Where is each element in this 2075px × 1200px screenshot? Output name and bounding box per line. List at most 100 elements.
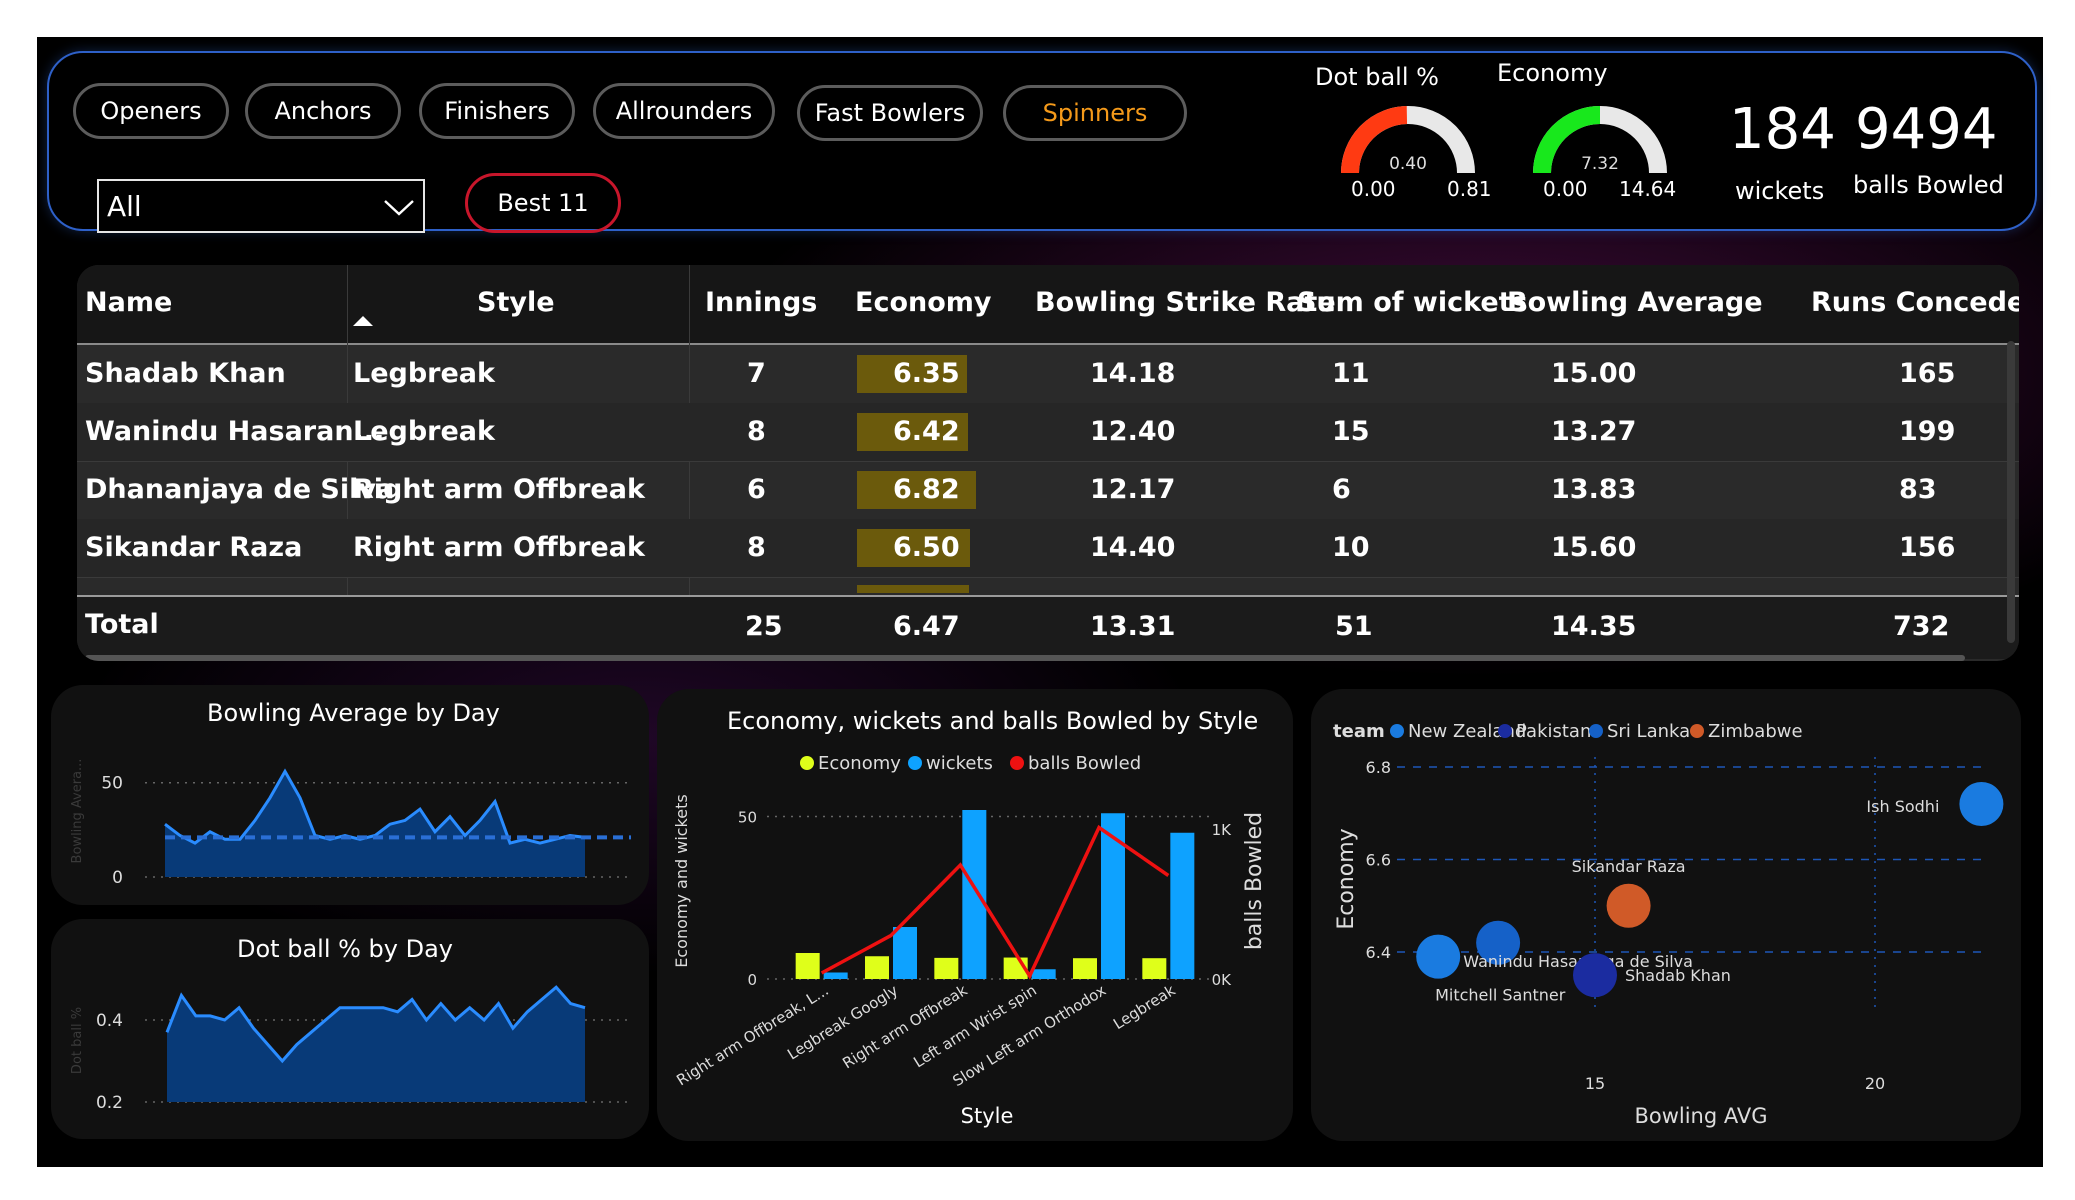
table-row[interactable]: Dhananjaya de Silva Right arm Offbreak 6 6.… bbox=[77, 461, 2019, 520]
total-innings: 25 bbox=[745, 611, 783, 642]
balls-kpi-value: 9494 bbox=[1855, 97, 1998, 162]
legend-label: Sri Lanka bbox=[1607, 721, 1690, 742]
dashboard-canvas: Openers Anchors Finishers Allrounders Fa… bbox=[37, 37, 2043, 1167]
table-header: Name Style Innings Economy Bowling Strik… bbox=[77, 265, 2019, 345]
cell-bowling-average: 13.27 bbox=[1551, 416, 1637, 447]
legend-label: Zimbabwe bbox=[1708, 721, 1803, 742]
y-tick-label: 6.6 bbox=[1366, 851, 1391, 870]
style-combo-panel: Economy, wickets and balls Bowled by Sty… bbox=[657, 689, 1293, 1141]
cell-wickets: 10 bbox=[1332, 532, 1370, 563]
filter-button-finishers[interactable]: Finishers bbox=[419, 83, 575, 139]
best-11-label: Best 11 bbox=[497, 189, 589, 217]
cell-bowling-average: 15.60 bbox=[1551, 532, 1637, 563]
cell-innings: 7 bbox=[747, 358, 766, 389]
gauge-value: 7.32 bbox=[1581, 154, 1619, 174]
legend-marker bbox=[1690, 724, 1704, 738]
cell-runs: 199 bbox=[1899, 416, 1956, 447]
total-runs: 732 bbox=[1893, 611, 1950, 642]
y-tick-label: 50 bbox=[101, 774, 123, 794]
col-style[interactable]: Style bbox=[477, 287, 555, 318]
col-name[interactable]: Name bbox=[85, 287, 172, 318]
table-row[interactable]: Wanindu Hasaran... Legbreak 8 6.42 12.40 15 13… bbox=[77, 403, 2019, 462]
cell-name: Sikandar Raza bbox=[85, 532, 303, 563]
y-tick-label: 6.4 bbox=[1366, 943, 1391, 962]
x-axis-label: Bowling AVG bbox=[1634, 1104, 1767, 1128]
total-economy: 6.47 bbox=[893, 611, 960, 642]
wickets-kpi-label: wickets bbox=[1735, 177, 1825, 205]
cell-economy: 6.42 bbox=[893, 416, 960, 447]
legend-label: Pakistan bbox=[1516, 721, 1591, 742]
legend-marker bbox=[1010, 756, 1024, 770]
economy-gauge-max: 14.64 bbox=[1619, 177, 1677, 201]
cell-strike-rate: 14.18 bbox=[1090, 358, 1176, 389]
y-axis-label: Bowling Avera... bbox=[70, 759, 85, 864]
filter-label: Finishers bbox=[444, 97, 550, 125]
col-innings[interactable]: Innings bbox=[705, 287, 817, 318]
point-label: Mitchell Santner bbox=[1435, 986, 1566, 1005]
gauge-value: 0.40 bbox=[1389, 154, 1427, 174]
point-label: Sikandar Raza bbox=[1572, 857, 1686, 876]
filter-button-spinners[interactable]: Spinners bbox=[1003, 85, 1187, 141]
sort-ascending-icon[interactable] bbox=[353, 315, 373, 327]
x-tick-label: Legbreak bbox=[1110, 981, 1179, 1033]
filter-label: Allrounders bbox=[615, 97, 753, 125]
legend-marker bbox=[1589, 724, 1603, 738]
scatter-chart: team New ZealandPakistan Sri Lanka Zimbabwe… bbox=[1333, 721, 2004, 1128]
cell-style: Right arm Offbreak bbox=[353, 532, 645, 563]
cell-style: Right arm Offbreak bbox=[353, 474, 645, 505]
wickets-bar bbox=[1170, 832, 1195, 979]
wickets-bar bbox=[962, 810, 987, 979]
scatter-point[interactable] bbox=[1573, 953, 1617, 998]
economy-gauge: 7.32 bbox=[1533, 106, 1667, 174]
table-h-scrollbar[interactable] bbox=[85, 655, 1965, 661]
col-wickets[interactable]: Sum of wickets bbox=[1297, 287, 1528, 318]
team-dropdown[interactable]: All bbox=[97, 179, 425, 233]
economy-bar bbox=[795, 953, 820, 979]
cell-bowling-average: 15.00 bbox=[1551, 358, 1637, 389]
filter-button-openers[interactable]: Openers bbox=[73, 83, 229, 139]
filter-button-allrounders[interactable]: Allrounders bbox=[593, 83, 775, 139]
scatter-point[interactable] bbox=[1959, 782, 2004, 826]
economy-bar bbox=[1073, 958, 1097, 979]
legend-title: team bbox=[1333, 721, 1385, 742]
cell-style: Legbreak bbox=[353, 416, 495, 447]
cell-bowling-average: 13.83 bbox=[1551, 474, 1637, 505]
x-tick-label: 20 bbox=[1865, 1074, 1885, 1093]
legend-label: balls Bowled bbox=[1028, 753, 1141, 774]
col-strike-rate[interactable]: Bowling Strike Rate bbox=[1035, 287, 1336, 318]
cell-runs: 83 bbox=[1899, 474, 1937, 505]
filter-button-fast-bowlers[interactable]: Fast Bowlers bbox=[797, 85, 983, 141]
dot-ball-panel: Dot ball % by Day Dot ball % 0.4 0.2 bbox=[51, 919, 649, 1139]
area-fill bbox=[167, 987, 585, 1102]
cell-innings: 8 bbox=[747, 416, 766, 447]
scatter-point[interactable] bbox=[1416, 934, 1461, 979]
col-bowling-average[interactable]: Bowling Average bbox=[1507, 287, 1763, 318]
cell-strike-rate: 14.40 bbox=[1090, 532, 1176, 563]
y-axis-label: Economy bbox=[1334, 828, 1359, 929]
cell-economy: 6.50 bbox=[893, 532, 960, 563]
y-tick-label: 50 bbox=[738, 809, 757, 827]
table-row[interactable]: Sikandar Raza Right arm Offbreak 8 6.50 14.4… bbox=[77, 519, 2019, 578]
total-strike-rate: 13.31 bbox=[1090, 611, 1176, 642]
point-label: Shadab Khan bbox=[1625, 966, 1731, 985]
point-label: Ish Sodhi bbox=[1866, 797, 1939, 816]
wickets-bar bbox=[1031, 969, 1056, 979]
col-economy[interactable]: Economy bbox=[855, 287, 992, 318]
cell-innings: 8 bbox=[747, 532, 766, 563]
legend-marker bbox=[800, 756, 814, 770]
table-scrollbar[interactable] bbox=[2007, 341, 2015, 643]
cell-strike-rate: 12.40 bbox=[1090, 416, 1176, 447]
cell-economy: 6.35 bbox=[893, 358, 960, 389]
scatter-point[interactable] bbox=[1606, 883, 1651, 928]
best-11-button[interactable]: Best 11 bbox=[465, 173, 621, 233]
header-panel: Openers Anchors Finishers Allrounders Fa… bbox=[47, 51, 2037, 233]
x-axis-label: Style bbox=[961, 1104, 1014, 1128]
col-runs[interactable]: Runs Conceded bbox=[1811, 287, 2019, 318]
bowling-average-panel: Bowling Average by Day Bowling Avera... 5… bbox=[51, 685, 649, 905]
wickets-bar bbox=[823, 972, 848, 979]
filter-button-anchors[interactable]: Anchors bbox=[245, 83, 401, 139]
table-row[interactable]: Shadab Khan Legbreak 7 6.35 14.18 11 15.00 165 bbox=[77, 345, 2019, 404]
balls-kpi-label: balls Bowled bbox=[1853, 171, 2004, 199]
y-tick-label: 0.2 bbox=[96, 1093, 123, 1113]
y2-tick-label: 0K bbox=[1212, 971, 1233, 989]
